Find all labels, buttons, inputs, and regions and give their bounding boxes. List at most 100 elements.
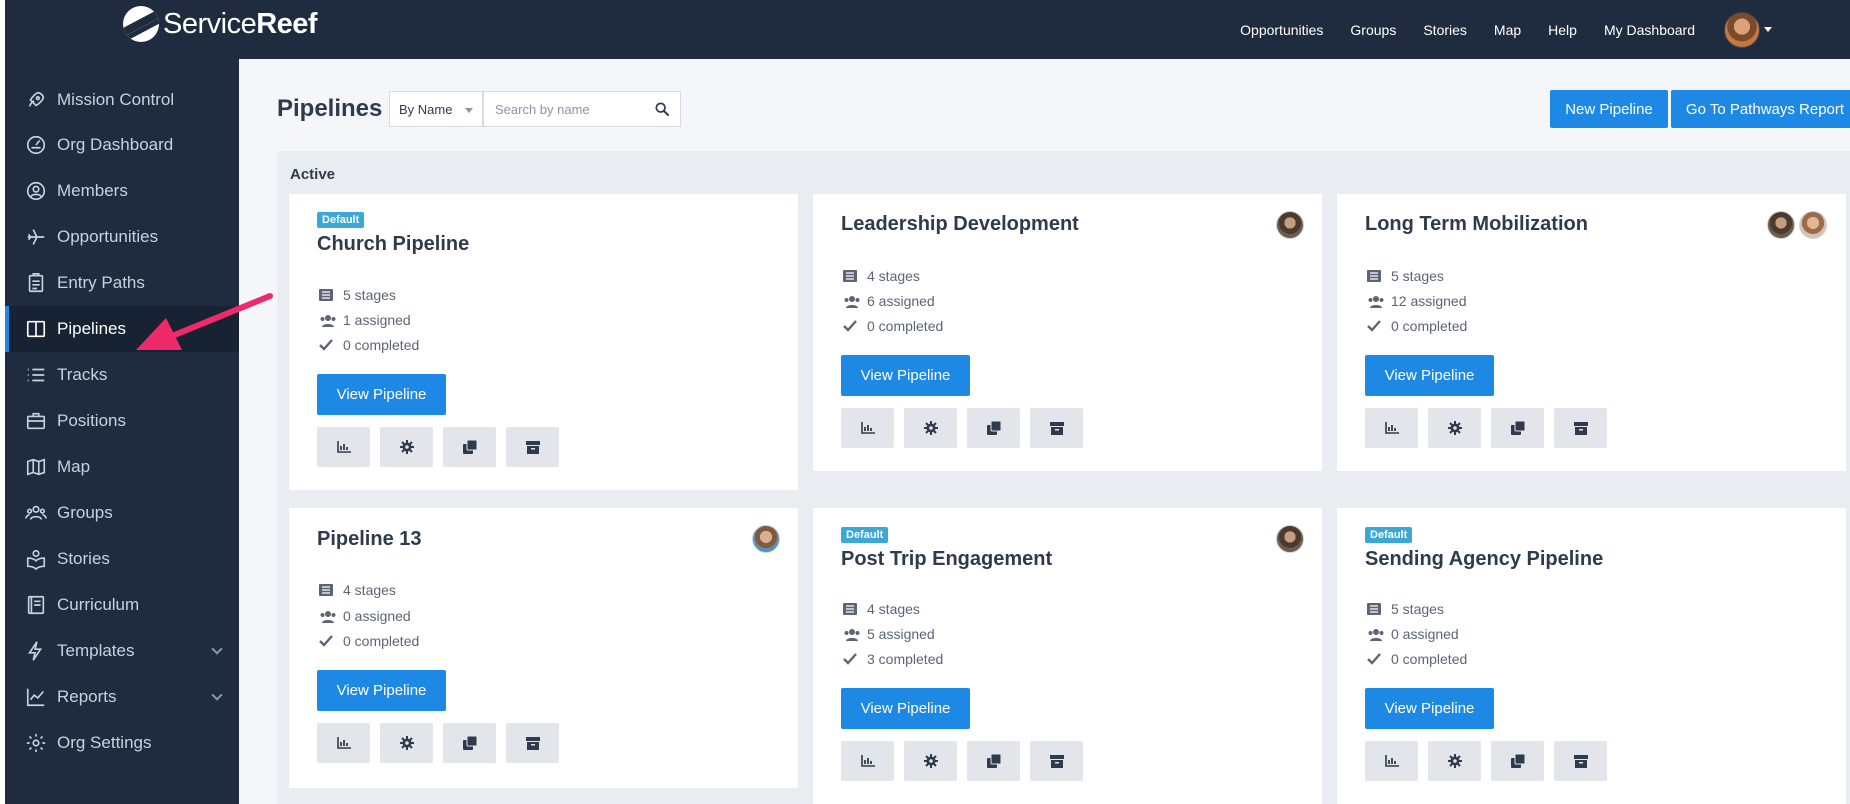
archive-icon — [1049, 421, 1064, 435]
topnav-map[interactable]: Map — [1494, 22, 1521, 38]
sidebar-item-groups[interactable]: Groups — [5, 490, 239, 536]
sidebar-item-label: Mission Control — [57, 90, 175, 109]
users-icon — [843, 626, 863, 642]
servicereef-logo[interactable]: ServiceReef — [123, 6, 318, 42]
archive-icon — [1573, 421, 1588, 435]
archive-button[interactable] — [1554, 741, 1607, 781]
list-alt-icon — [1367, 601, 1387, 617]
sidebar-item-mission-control[interactable]: Mission Control — [5, 77, 239, 123]
new-pipeline-button[interactable]: New Pipeline — [1550, 90, 1668, 128]
view-pipeline-button[interactable]: View Pipeline — [841, 688, 970, 729]
archive-button[interactable] — [1030, 408, 1083, 448]
settings-button[interactable] — [380, 723, 433, 763]
user-avatar[interactable] — [1724, 11, 1760, 48]
card-title[interactable]: Leadership Development — [841, 213, 1079, 236]
list-icon — [25, 364, 47, 386]
report-button[interactable] — [841, 741, 894, 781]
gear-icon — [923, 421, 938, 435]
sidebar-item-label: Org Settings — [57, 733, 152, 752]
pipeline-card: Long Term Mobilization 5 stages 12 assig… — [1337, 194, 1846, 471]
gear-icon — [399, 440, 414, 454]
sidebar-item-members[interactable]: Members — [5, 168, 239, 214]
topnav-opportunities[interactable]: Opportunities — [1240, 22, 1323, 38]
sidebar-item-label: Groups — [57, 503, 113, 522]
archive-icon — [1573, 754, 1588, 768]
pathways-report-button[interactable]: Go To Pathways Report — [1671, 90, 1850, 128]
sidebar-item-curriculum[interactable]: Curriculum — [5, 582, 239, 628]
topnav-groups[interactable]: Groups — [1350, 22, 1396, 38]
sidebar-item-pipelines[interactable]: Pipelines — [5, 306, 239, 352]
sidebar-item-tracks[interactable]: Tracks — [5, 352, 239, 398]
assignee-avatar[interactable] — [1767, 211, 1795, 239]
assigned-stat: 5 assigned — [843, 624, 935, 644]
view-pipeline-button[interactable]: View Pipeline — [317, 374, 446, 415]
settings-button[interactable] — [904, 408, 957, 448]
bar-chart-icon — [1384, 422, 1399, 434]
pipeline-card: Pipeline 13 4 stages 0 assigned 0 comple… — [289, 508, 798, 788]
copy-button[interactable] — [967, 741, 1020, 781]
sidebar-item-positions[interactable]: Positions — [5, 398, 239, 444]
copy-button[interactable] — [1491, 741, 1544, 781]
archive-button[interactable] — [506, 427, 559, 467]
sidebar-item-label: Opportunities — [57, 227, 159, 246]
sidebar-item-org-settings[interactable]: Org Settings — [5, 720, 239, 766]
report-button[interactable] — [317, 723, 370, 763]
sidebar-item-org-dashboard[interactable]: Org Dashboard — [5, 122, 239, 168]
assignee-avatar[interactable] — [752, 525, 780, 553]
gear-icon — [25, 732, 47, 754]
sidebar-item-label: Reports — [57, 687, 117, 706]
view-pipeline-button[interactable]: View Pipeline — [1365, 688, 1494, 729]
sidebar-item-entry-paths[interactable]: Entry Paths — [5, 260, 239, 306]
copy-icon — [986, 421, 1001, 435]
card-title[interactable]: Sending Agency Pipeline — [1365, 548, 1603, 571]
copy-icon — [462, 736, 477, 750]
card-title[interactable]: Long Term Mobilization — [1365, 213, 1588, 236]
assignee-avatar[interactable] — [1799, 211, 1827, 239]
user-menu[interactable] — [1724, 11, 1772, 48]
card-title[interactable]: Pipeline 13 — [317, 528, 422, 551]
settings-button[interactable] — [380, 427, 433, 467]
settings-button[interactable] — [904, 741, 957, 781]
settings-button[interactable] — [1428, 408, 1481, 448]
stages-stat: 5 stages — [1367, 266, 1444, 286]
sidebar-item-stories[interactable]: Stories — [5, 536, 239, 582]
book-open-icon — [25, 548, 47, 570]
report-button[interactable] — [841, 408, 894, 448]
pipeline-card: Leadership Development 4 stages 6 assign… — [813, 194, 1322, 471]
view-pipeline-button[interactable]: View Pipeline — [841, 355, 970, 396]
report-button[interactable] — [317, 427, 370, 467]
report-button[interactable] — [1365, 741, 1418, 781]
settings-button[interactable] — [1428, 741, 1481, 781]
briefcase-icon — [25, 410, 47, 432]
topnav-help[interactable]: Help — [1548, 22, 1577, 38]
copy-button[interactable] — [1491, 408, 1544, 448]
sidebar-item-map[interactable]: Map — [5, 444, 239, 490]
stages-text: 4 stages — [343, 582, 396, 598]
report-button[interactable] — [1365, 408, 1418, 448]
card-title[interactable]: Post Trip Engagement — [841, 548, 1052, 571]
search-input[interactable] — [484, 92, 644, 126]
view-pipeline-button[interactable]: View Pipeline — [1365, 355, 1494, 396]
copy-button[interactable] — [443, 427, 496, 467]
copy-button[interactable] — [443, 723, 496, 763]
gear-icon — [923, 754, 938, 768]
completed-text: 0 completed — [343, 337, 420, 353]
topnav-stories[interactable]: Stories — [1423, 22, 1467, 38]
sidebar-item-reports[interactable]: Reports — [5, 674, 239, 720]
archive-button[interactable] — [506, 723, 559, 763]
card-title[interactable]: Church Pipeline — [317, 233, 469, 256]
chevron-down-icon[interactable] — [211, 689, 223, 701]
topnav-my-dashboard[interactable]: My Dashboard — [1604, 22, 1695, 38]
search-icon[interactable] — [654, 101, 670, 117]
check-icon — [319, 337, 339, 353]
archive-button[interactable] — [1554, 408, 1607, 448]
assignee-avatar[interactable] — [1276, 525, 1304, 553]
copy-button[interactable] — [967, 408, 1020, 448]
view-pipeline-button[interactable]: View Pipeline — [317, 670, 446, 711]
chevron-down-icon[interactable] — [211, 643, 223, 655]
sidebar-item-templates[interactable]: Templates — [5, 628, 239, 674]
assignee-avatar[interactable] — [1276, 211, 1304, 239]
sidebar-item-opportunities[interactable]: Opportunities — [5, 214, 239, 260]
archive-button[interactable] — [1030, 741, 1083, 781]
sort-select[interactable]: By Name — [389, 91, 483, 127]
